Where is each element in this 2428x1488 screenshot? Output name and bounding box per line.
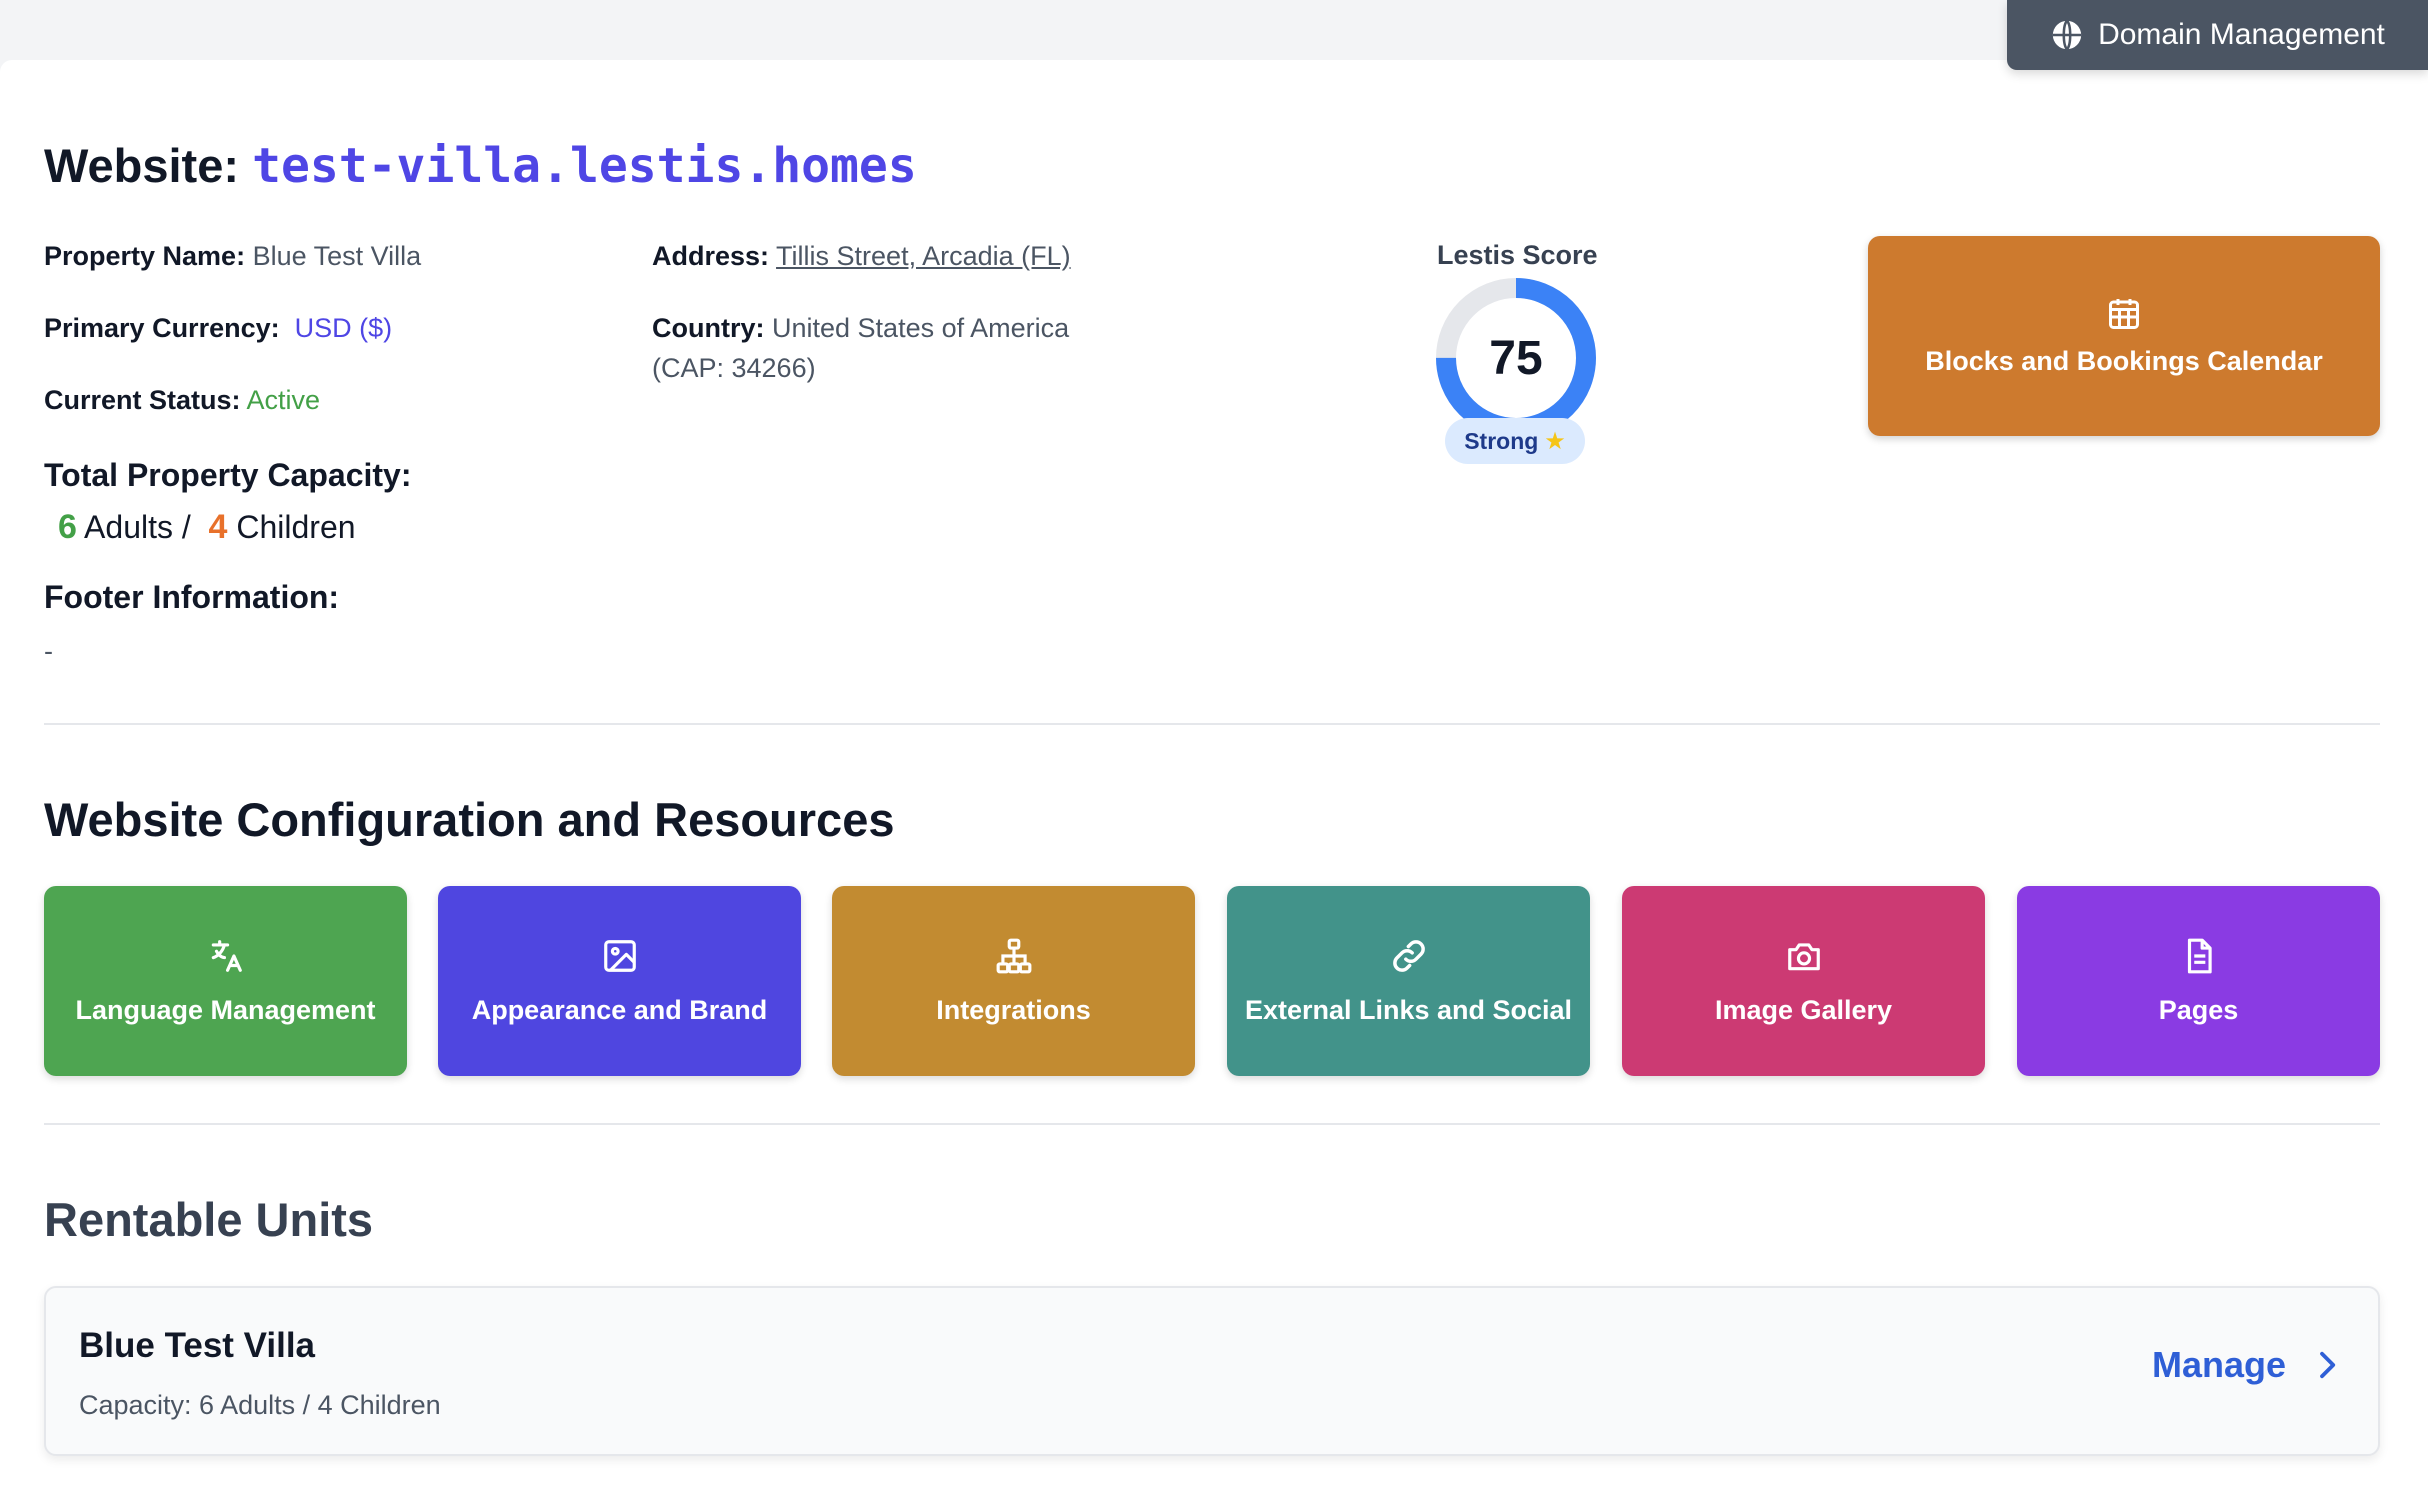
page-title: Website: test-villa.lestis.homes <box>44 138 917 194</box>
star-icon: ★ <box>1544 427 1566 455</box>
camera-icon <box>1787 942 1820 970</box>
config-tiles: Language Management Appearance and Brand… <box>44 886 2380 1076</box>
footer-info-value: - <box>44 636 53 666</box>
adults-count: 6 <box>58 508 77 546</box>
calendar-icon <box>2109 298 2139 329</box>
image-icon <box>603 939 636 972</box>
tile-label: Appearance and Brand <box>471 994 768 1025</box>
cap-code: (CAP: 34266) <box>652 353 816 383</box>
score-label: Lestis Score <box>1437 240 1598 270</box>
children-count: 4 <box>208 508 228 546</box>
website-domain[interactable]: test-villa.lestis.homes <box>252 138 917 194</box>
tile-external-links-social[interactable]: External Links and Social <box>1227 886 1590 1076</box>
manage-unit-button[interactable]: Manage <box>2152 1344 2342 1386</box>
tile-label: Integrations <box>936 994 1091 1025</box>
rentable-units-title: Rentable Units <box>44 1193 374 1246</box>
score-value: 75 <box>1489 331 1543 385</box>
unit-capacity: Capacity: 6 Adults / 4 Children <box>79 1390 441 1420</box>
property-name-value: Blue Test Villa <box>252 241 422 271</box>
config-section-title: Website Configuration and Resources <box>44 793 895 846</box>
divider <box>44 1123 2380 1125</box>
tile-label: Pages <box>2158 994 2239 1025</box>
capacity-values: 6 Adults / 4 Children <box>58 508 356 547</box>
country-label: Country: <box>652 313 765 343</box>
tile-language-management[interactable]: Language Management <box>44 886 407 1076</box>
network-icon <box>996 938 1031 973</box>
country-value: United States of America <box>772 313 1070 343</box>
tile-pages[interactable]: Pages <box>2017 886 2380 1076</box>
tile-label: Image Gallery <box>1714 994 1893 1025</box>
tile-integrations[interactable]: Integrations <box>832 886 1195 1076</box>
address-label: Address: <box>652 241 770 271</box>
globe-icon <box>2052 19 2082 51</box>
property-name-row: Property Name: Blue Test Villa <box>44 241 421 272</box>
blocks-bookings-calendar-button[interactable]: Blocks and Bookings Calendar <box>1868 236 2380 436</box>
primary-currency-label: Primary Currency: <box>44 313 280 343</box>
title-prefix: Website: <box>44 139 239 192</box>
score-badge-label: Strong <box>1464 427 1539 454</box>
tile-label: External Links and Social <box>1244 994 1573 1025</box>
document-icon <box>2187 938 2212 973</box>
tile-image-gallery[interactable]: Image Gallery <box>1622 886 1985 1076</box>
property-name-label: Property Name: <box>44 241 246 271</box>
tile-appearance-brand[interactable]: Appearance and Brand <box>438 886 801 1076</box>
domain-management-button[interactable]: Domain Management <box>2007 0 2428 70</box>
unit-name: Blue Test Villa <box>79 1326 316 1365</box>
adults-label: Adults / <box>84 509 191 545</box>
unit-card: Blue Test Villa Capacity: 6 Adults / 4 C… <box>44 1286 2380 1456</box>
address-link[interactable]: Tillis Street, Arcadia (FL) <box>776 241 1071 271</box>
chevron-right-icon <box>2320 1351 2336 1379</box>
score-badge: Strong ★ <box>1445 418 1585 464</box>
children-label: Children <box>236 509 356 545</box>
current-status-label: Current Status: <box>44 385 241 415</box>
capacity-title: Total Property Capacity: <box>44 457 412 493</box>
manage-label: Manage <box>2151 1344 2286 1385</box>
link-icon <box>1392 939 1425 972</box>
current-status-row: Current Status: Active <box>44 385 320 416</box>
country-row: Country: United States of America <box>652 313 1069 344</box>
footer-info-title: Footer Information: <box>44 579 340 615</box>
primary-currency-value: USD ($) <box>294 313 393 343</box>
translate-icon <box>211 939 242 972</box>
calendar-button-label: Blocks and Bookings Calendar <box>1925 345 2323 376</box>
tile-label: Language Management <box>75 994 376 1025</box>
address-row: Address: Tillis Street, Arcadia (FL) <box>652 241 1071 272</box>
primary-currency-row: Primary Currency: USD ($) <box>44 313 392 344</box>
domain-management-label: Domain Management <box>2098 18 2385 51</box>
divider <box>44 723 2380 725</box>
current-status-value: Active <box>246 385 321 415</box>
